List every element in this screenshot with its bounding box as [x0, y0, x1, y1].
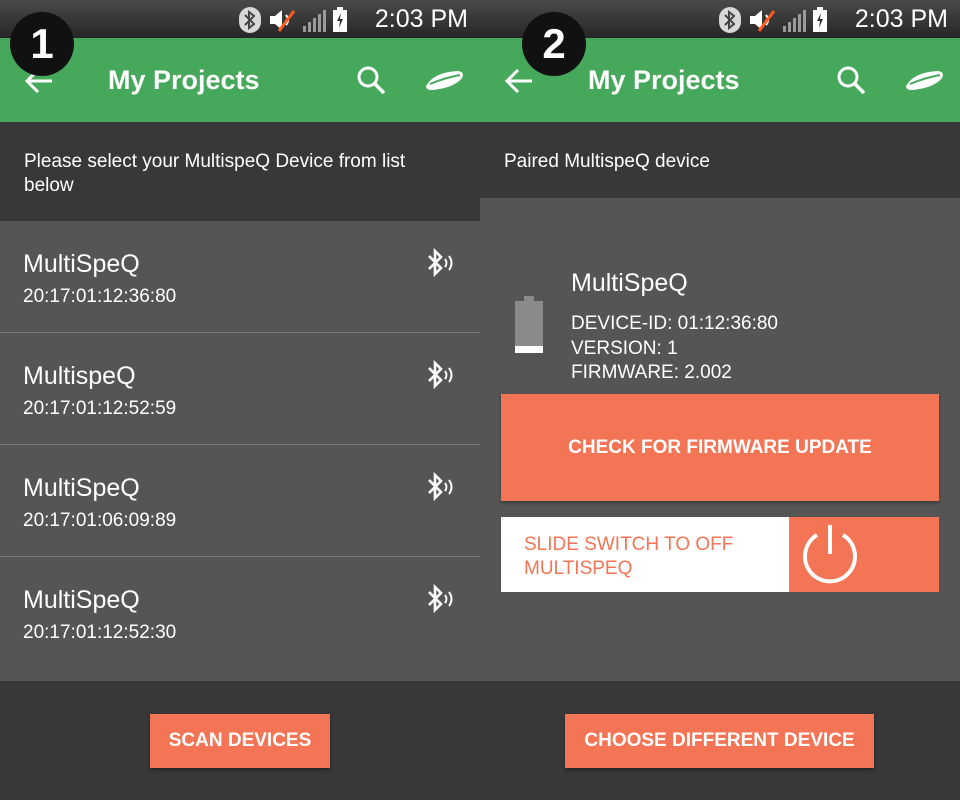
paired-device-screen: 2:03 PM My Projects 2 Paired MultispeQ d…	[480, 0, 960, 800]
device-id: DEVICE-ID: 01:12:36:80	[571, 313, 778, 334]
device-firmware: FIRMWARE: 2.002	[571, 362, 732, 383]
device-list: MultiSpeQ 20:17:01:12:36:80 MultispeQ 20…	[0, 221, 480, 668]
status-icons	[239, 5, 348, 35]
instruction-text: Please select your MultispeQ Device from…	[0, 122, 480, 221]
status-icons	[719, 5, 828, 35]
device-mac-address: 20:17:01:12:52:59	[23, 398, 177, 419]
device-list-item[interactable]: MultiSpeQ 20:17:01:06:09:89	[0, 445, 480, 557]
status-time: 2:03 PM	[374, 5, 468, 33]
device-mac-address: 20:17:01:06:09:89	[23, 510, 177, 531]
device-list-item[interactable]: MultiSpeQ 20:17:01:12:36:80	[0, 221, 480, 333]
check-firmware-update-button[interactable]: CHECK FOR FIRMWARE UPDATE	[501, 394, 939, 501]
search-icon[interactable]	[835, 64, 867, 96]
device-list-item[interactable]: MultispeQ 20:17:01:12:52:59	[0, 333, 480, 445]
signal-icon	[783, 8, 806, 32]
device-mac-address: 20:17:01:12:36:80	[23, 286, 177, 307]
slide-switch-off[interactable]: SLIDE SWITCH TO OFF MULTISPEQ	[501, 517, 939, 592]
footer-bar: SCAN DEVICES	[0, 681, 480, 800]
slide-switch-label: SLIDE SWITCH TO OFF MULTISPEQ	[501, 517, 789, 592]
device-name: MultiSpeQ	[23, 474, 140, 502]
spaceship-icon[interactable]	[904, 68, 946, 94]
power-icon	[803, 525, 857, 584]
status-bluetooth-icon	[719, 7, 741, 33]
choose-different-device-button[interactable]: CHOOSE DIFFERENT DEVICE	[565, 714, 874, 768]
paired-device-heading: Paired MultispeQ device	[480, 122, 960, 198]
back-arrow-icon[interactable]	[502, 64, 536, 98]
step-badge: 1	[10, 12, 74, 76]
search-icon[interactable]	[355, 64, 387, 96]
signal-icon	[303, 8, 326, 32]
status-battery-icon	[333, 7, 347, 32]
page-title: My Projects	[588, 65, 740, 95]
status-battery-icon	[813, 7, 827, 32]
device-name: MultispeQ	[23, 362, 136, 390]
device-list-screen: 2:03 PM My Projects 1 Please select your…	[0, 0, 480, 800]
slide-switch-handle[interactable]	[789, 517, 939, 592]
page-title: My Projects	[108, 65, 260, 95]
bluetooth-icon	[428, 583, 453, 614]
device-mac-address: 20:17:01:12:52:30	[23, 622, 177, 643]
device-name: MultiSpeQ	[23, 586, 140, 614]
mute-icon	[750, 10, 776, 32]
step-badge: 2	[522, 12, 586, 76]
bluetooth-icon	[428, 359, 453, 390]
battery-icon	[515, 296, 543, 353]
status-time: 2:03 PM	[854, 5, 948, 33]
device-list-item[interactable]: MultiSpeQ 20:17:01:12:52:30	[0, 557, 480, 668]
footer-bar: CHOOSE DIFFERENT DEVICE	[480, 681, 960, 800]
status-bluetooth-icon	[239, 7, 261, 33]
device-version: VERSION: 1	[571, 338, 678, 359]
spaceship-icon[interactable]	[424, 68, 466, 94]
paired-device-name: MultiSpeQ	[571, 269, 688, 297]
device-name: MultiSpeQ	[23, 250, 140, 278]
mute-icon	[270, 10, 296, 32]
bluetooth-icon	[428, 247, 453, 278]
bluetooth-icon	[428, 471, 453, 502]
scan-devices-button[interactable]: SCAN DEVICES	[150, 714, 330, 768]
